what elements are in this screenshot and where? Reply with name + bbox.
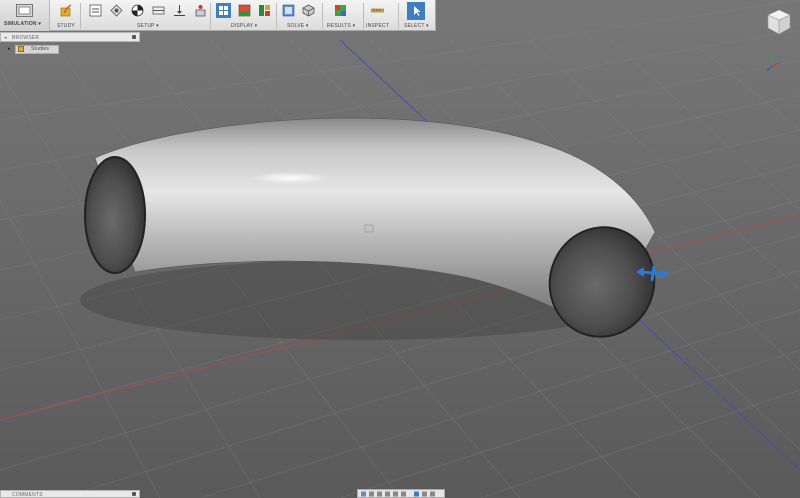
workspace-icon — [16, 4, 33, 17]
comments-pin-icon[interactable] — [132, 492, 136, 496]
setup-icon-1[interactable] — [89, 4, 102, 17]
solve-icon-1[interactable] — [282, 4, 295, 17]
select-group-label[interactable]: SELECT ▾ — [404, 23, 429, 29]
setup-icon-2[interactable] — [110, 4, 123, 17]
display-icon-2[interactable] — [238, 4, 251, 17]
comments-title: COMMENTS — [12, 492, 43, 498]
study-group-label: STUDY — [57, 23, 75, 29]
comments-panel-header[interactable]: COMMENTS — [0, 490, 140, 498]
3d-viewport[interactable] — [0, 0, 800, 498]
solve-group-label[interactable]: SOLVE ▾ — [287, 23, 309, 29]
pipe-opening-left — [84, 156, 146, 274]
navigation-bar-icons[interactable] — [360, 491, 444, 497]
navigation-bar — [357, 489, 445, 498]
inspect-group-label[interactable]: INSPECT — [366, 23, 389, 29]
study-icon[interactable] — [60, 4, 73, 17]
browser-title: BROWSER — [12, 35, 40, 41]
toolbar-divider — [276, 3, 277, 29]
toolbar-divider — [398, 3, 399, 29]
expand-arrow-icon[interactable]: ▸ — [8, 46, 11, 52]
workspace-switcher[interactable]: SIMULATION ▾ — [0, 0, 50, 31]
studies-label: Studies — [31, 46, 50, 52]
results-icon[interactable] — [334, 4, 347, 17]
viewcube-icon[interactable] — [766, 8, 792, 36]
setup-group-label[interactable]: SETUP ▾ — [137, 23, 159, 29]
display-icon-3[interactable] — [258, 4, 271, 17]
browser-item-studies[interactable]: ▸ Studies — [0, 43, 60, 54]
setup-icon-6[interactable] — [194, 4, 207, 17]
setup-icon-4[interactable] — [152, 4, 165, 17]
solve-icon-2[interactable] — [302, 4, 315, 17]
results-group-label[interactable]: RESULTS ▾ — [327, 23, 355, 29]
select-icon[interactable] — [407, 2, 425, 20]
setup-icon-5[interactable] — [173, 4, 186, 17]
studies-folder-icon — [18, 46, 24, 52]
toolbar-divider — [322, 3, 323, 29]
toolbar-divider — [80, 3, 81, 29]
toolbar-divider — [210, 3, 211, 29]
toolbar-divider — [363, 3, 364, 29]
display-icon-1[interactable] — [216, 3, 231, 18]
browser-pin-icon[interactable] — [132, 35, 136, 39]
inspect-icon[interactable] — [371, 4, 384, 17]
toolbar: SIMULATION ▾ STUDY SETUP ▾ DISPLAY ▾ SOL… — [0, 0, 436, 31]
browser-panel-header[interactable]: ◂ BROWSER — [0, 32, 140, 42]
setup-icon-3[interactable] — [131, 4, 144, 17]
workspace-label: SIMULATION ▾ — [4, 21, 42, 27]
browser-collapse-icon[interactable]: ◂ — [4, 35, 7, 41]
display-group-label[interactable]: DISPLAY ▾ — [231, 23, 257, 29]
